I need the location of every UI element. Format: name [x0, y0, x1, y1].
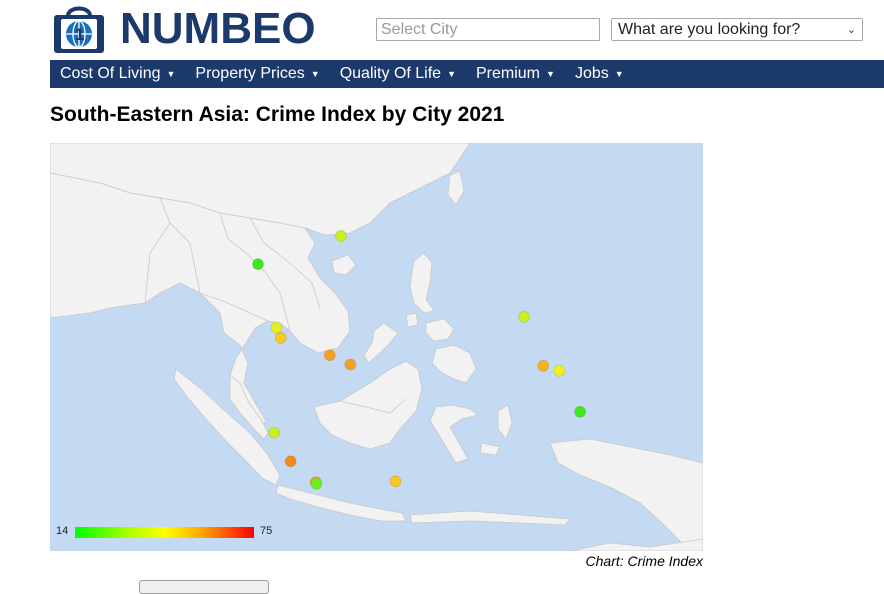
caret-down-icon: ▼ [614, 69, 624, 79]
city-marker-davao[interactable] [574, 405, 586, 418]
land-lesser-sunda [409, 510, 571, 526]
numbeo-logo[interactable]: 1 NUMBEO [52, 3, 316, 55]
land-moluccas [479, 404, 513, 456]
city-marker-iloilo[interactable] [537, 360, 550, 372]
partial-button[interactable] [139, 580, 269, 594]
chart-caption: Chart: Crime Index [585, 553, 703, 569]
city-marker-penang[interactable] [268, 426, 280, 439]
caret-down-icon: ▼ [546, 69, 555, 79]
chevron-down-icon: ⌄ [846, 24, 856, 36]
land-java [275, 484, 407, 522]
logo-wordmark: NUMBEO [120, 4, 316, 53]
nav-property-prices-label: Property Prices [195, 65, 305, 82]
city-marker-singapore[interactable] [310, 477, 323, 490]
caret-down-icon: ▼ [447, 69, 456, 79]
land-new-guinea [549, 438, 703, 551]
city-marker-phnom-penh[interactable] [323, 349, 336, 361]
page-title: South-Eastern Asia: Crime Index by City … [50, 103, 505, 126]
land-sulawesi [429, 404, 479, 464]
land-luzon [409, 252, 435, 314]
caret-down-icon: ▼ [166, 69, 176, 79]
land-borneo [313, 360, 423, 450]
caret-down-icon: ▼ [310, 69, 320, 79]
map-canvas [50, 143, 703, 551]
shopping-bag-globe-icon: 1 [52, 4, 106, 54]
city-marker-chiang-mai[interactable] [252, 258, 264, 270]
city-marker-kuching[interactable] [389, 475, 402, 488]
nav-property-prices[interactable]: Property Prices ▼ [185, 60, 329, 88]
nav-quality-of-life[interactable]: Quality Of Life ▼ [330, 60, 466, 88]
city-marker-cebu[interactable] [553, 365, 566, 377]
land-palawan [363, 322, 399, 364]
nav-jobs[interactable]: Jobs ▼ [565, 60, 634, 88]
land-masses [50, 143, 703, 551]
city-marker-pattaya[interactable] [275, 332, 287, 344]
city-marker-manila[interactable] [518, 311, 530, 323]
nav-premium-label: Premium [476, 65, 541, 82]
city-marker-ho-chi-minh-city[interactable] [344, 358, 357, 371]
crime-index-map[interactable] [50, 143, 703, 551]
land-hainan [331, 254, 357, 276]
nav-cost-of-living-label: Cost Of Living [60, 65, 161, 82]
city-marker-kuala-lumpur[interactable] [284, 455, 297, 468]
legend-max-value: 75 [260, 525, 273, 537]
city-marker-bangkok[interactable] [270, 321, 283, 334]
land-mindoro [405, 312, 419, 328]
nav-quality-of-life-label: Quality Of Life [339, 65, 442, 82]
land-mindanao [431, 344, 477, 384]
svg-text:1: 1 [75, 25, 84, 44]
crime-index-legend-bar [75, 527, 254, 538]
main-navigation: Cost Of Living ▼ Property Prices ▼ Quali… [50, 60, 884, 88]
land-visayas [425, 318, 455, 342]
land-taiwan [447, 170, 465, 206]
search-category-value: What are you looking for? [618, 20, 801, 38]
nav-premium[interactable]: Premium ▼ [466, 60, 565, 88]
nav-cost-of-living[interactable]: Cost Of Living ▼ [50, 60, 185, 88]
city-marker-hanoi[interactable] [335, 230, 347, 242]
nav-jobs-label: Jobs [574, 65, 609, 82]
select-city-input[interactable] [376, 18, 600, 41]
search-category-select[interactable]: What are you looking for? ⌄ [611, 18, 863, 41]
legend-min-value: 14 [56, 525, 69, 537]
